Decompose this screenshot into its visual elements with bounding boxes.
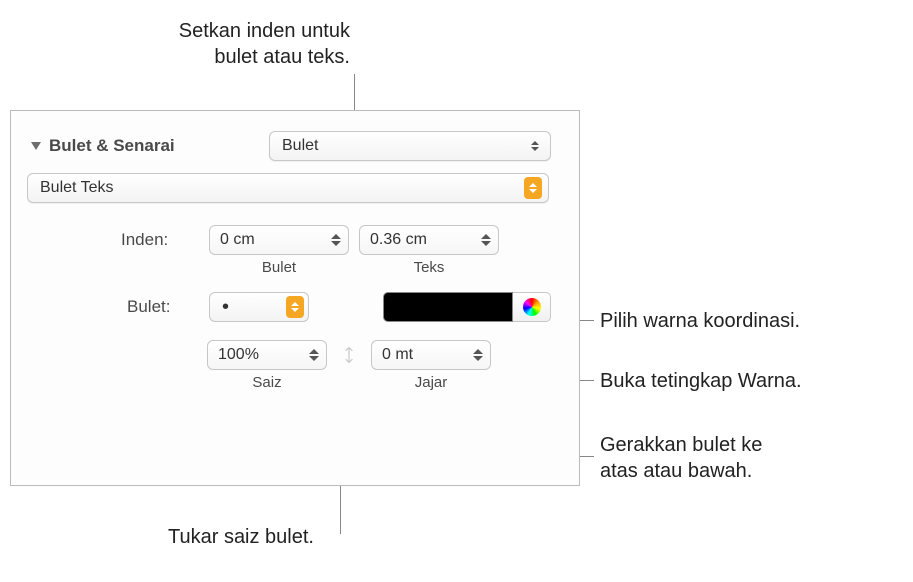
bullet-symbol: • bbox=[222, 296, 229, 319]
align-sublabel: Jajar bbox=[415, 374, 448, 391]
callout-align: Gerakkan bulet ke atas atau bawah. bbox=[600, 432, 762, 484]
size-stepper[interactable]: 100% bbox=[207, 340, 327, 370]
color-picker-button[interactable] bbox=[513, 292, 551, 322]
bullet-label: Bulet: bbox=[127, 297, 170, 317]
indent-label: Inden: bbox=[121, 225, 168, 250]
disclosure-triangle-icon bbox=[31, 142, 41, 150]
bullet-color-well[interactable] bbox=[383, 292, 513, 322]
indent-text-stepper[interactable]: 0.36 cm bbox=[359, 225, 499, 255]
chevrons-icon bbox=[524, 177, 542, 199]
indent-text-sublabel: Teks bbox=[414, 259, 445, 276]
color-wheel-icon bbox=[523, 298, 541, 316]
chevrons-icon bbox=[526, 135, 544, 157]
callout-indent: Setkan inden untuk bulet atau teks. bbox=[90, 18, 350, 70]
align-stepper[interactable]: 0 mt bbox=[371, 340, 491, 370]
indent-text-value: 0.36 cm bbox=[370, 231, 427, 249]
stepper-icon bbox=[326, 234, 346, 246]
vertical-align-icon bbox=[337, 343, 361, 367]
size-value: 100% bbox=[218, 346, 259, 364]
stepper-icon bbox=[476, 234, 496, 246]
stepper-icon bbox=[468, 349, 488, 361]
bullets-lists-panel: Bulet & Senarai Bulet Bulet Teks Inden: … bbox=[10, 110, 580, 486]
indent-bullet-value: 0 cm bbox=[220, 231, 255, 249]
callout-size: Tukar saiz bulet. bbox=[168, 524, 314, 550]
bullet-type-value: Bulet Teks bbox=[40, 179, 114, 197]
indent-bullet-sublabel: Bulet bbox=[262, 259, 296, 276]
list-style-select[interactable]: Bulet bbox=[269, 131, 551, 161]
callout-color-coord: Pilih warna koordinasi. bbox=[600, 308, 800, 334]
size-sublabel: Saiz bbox=[252, 374, 281, 391]
bullet-type-select[interactable]: Bulet Teks bbox=[27, 173, 549, 203]
section-header[interactable]: Bulet & Senarai bbox=[25, 136, 175, 156]
indent-bullet-stepper[interactable]: 0 cm bbox=[209, 225, 349, 255]
callout-color-window: Buka tetingkap Warna. bbox=[600, 368, 802, 394]
chevrons-icon bbox=[286, 296, 304, 318]
section-title: Bulet & Senarai bbox=[47, 136, 175, 156]
align-value: 0 mt bbox=[382, 346, 413, 364]
bullet-symbol-select[interactable]: • bbox=[209, 292, 309, 322]
stepper-icon bbox=[304, 349, 324, 361]
list-style-value: Bulet bbox=[282, 137, 318, 155]
